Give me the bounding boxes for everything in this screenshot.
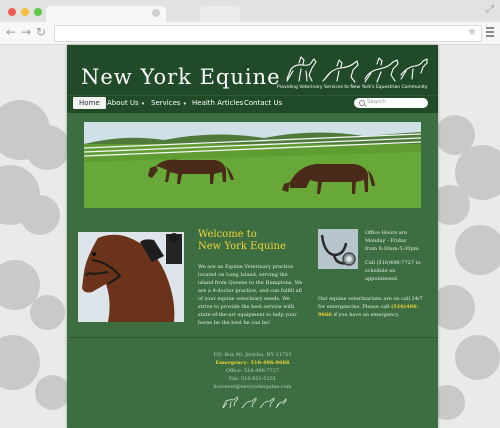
zoom-icon[interactable] bbox=[34, 8, 42, 16]
back-arrow-icon[interactable]: ← bbox=[6, 25, 16, 39]
tab-close-icon[interactable] bbox=[152, 9, 160, 17]
browser-toolbar: ← → ↻ ★ bbox=[0, 22, 500, 45]
search-placeholder: Search bbox=[367, 99, 386, 105]
stethoscope-photo bbox=[318, 229, 358, 269]
footer-fax: Fax- 516-621-5151 bbox=[228, 376, 277, 382]
nav-contact-us[interactable]: Contact Us bbox=[244, 99, 282, 107]
horse-rider-photo bbox=[78, 232, 184, 322]
search-input[interactable]: Search bbox=[354, 98, 428, 108]
chevron-down-icon: ▾ bbox=[141, 101, 145, 107]
browser-tab-active[interactable] bbox=[46, 6, 166, 22]
hero-horses-photo bbox=[84, 122, 421, 208]
footer-divider bbox=[67, 337, 438, 338]
site-header: New York Equine Providing Veterinary Ser… bbox=[67, 45, 438, 95]
nav-home[interactable]: Home bbox=[73, 97, 106, 109]
chevron-down-icon: ▾ bbox=[183, 101, 187, 107]
close-icon[interactable] bbox=[8, 8, 16, 16]
footer-emergency[interactable]: Emergency- 516-496-9666 bbox=[67, 359, 438, 367]
nav-about-us[interactable]: About Us ▾ bbox=[107, 99, 144, 107]
browser-tab-new[interactable] bbox=[200, 6, 240, 22]
fullscreen-icon[interactable]: ⤢ bbox=[486, 4, 494, 15]
footer-office-phone: Office- 516-496-7727 bbox=[225, 368, 280, 374]
reload-icon[interactable]: ↻ bbox=[36, 25, 46, 39]
footer-horses-logo bbox=[222, 396, 287, 409]
website-page: New York Equine Providing Veterinary Ser… bbox=[67, 45, 438, 428]
emergency-info: Our equine veterinarians are on call 24/… bbox=[318, 296, 423, 318]
browser-titlebar: ⤢ bbox=[0, 0, 500, 23]
address-bar[interactable]: ★ bbox=[54, 25, 482, 42]
nav-services[interactable]: Services ▾ bbox=[151, 99, 186, 107]
site-tagline: Providing Veterinary Services to New Yor… bbox=[277, 85, 428, 90]
minimize-icon[interactable] bbox=[21, 8, 29, 16]
welcome-heading: Welcome to New York Equine bbox=[198, 229, 286, 252]
footer-email[interactable]: horsevet@newyorkequine.com bbox=[67, 383, 438, 391]
intro-paragraph: We are an Equine Veterinary practice loc… bbox=[198, 264, 303, 326]
forward-arrow-icon[interactable]: → bbox=[21, 25, 31, 39]
office-hours: Office Hours are Monday - Friday from 8:… bbox=[365, 230, 421, 282]
horse-silhouettes-logo bbox=[286, 56, 428, 83]
menu-icon[interactable] bbox=[486, 27, 494, 39]
search-icon bbox=[359, 100, 365, 106]
site-footer: P.O. Box 90, Jericho, NY 11753 Emergency… bbox=[67, 351, 438, 391]
footer-address: P.O. Box 90, Jericho, NY 11753 bbox=[213, 352, 292, 358]
star-icon[interactable]: ★ bbox=[467, 25, 477, 38]
site-logo[interactable]: New York Equine bbox=[81, 65, 281, 89]
nav-health-articles[interactable]: Health Articles bbox=[192, 99, 243, 107]
